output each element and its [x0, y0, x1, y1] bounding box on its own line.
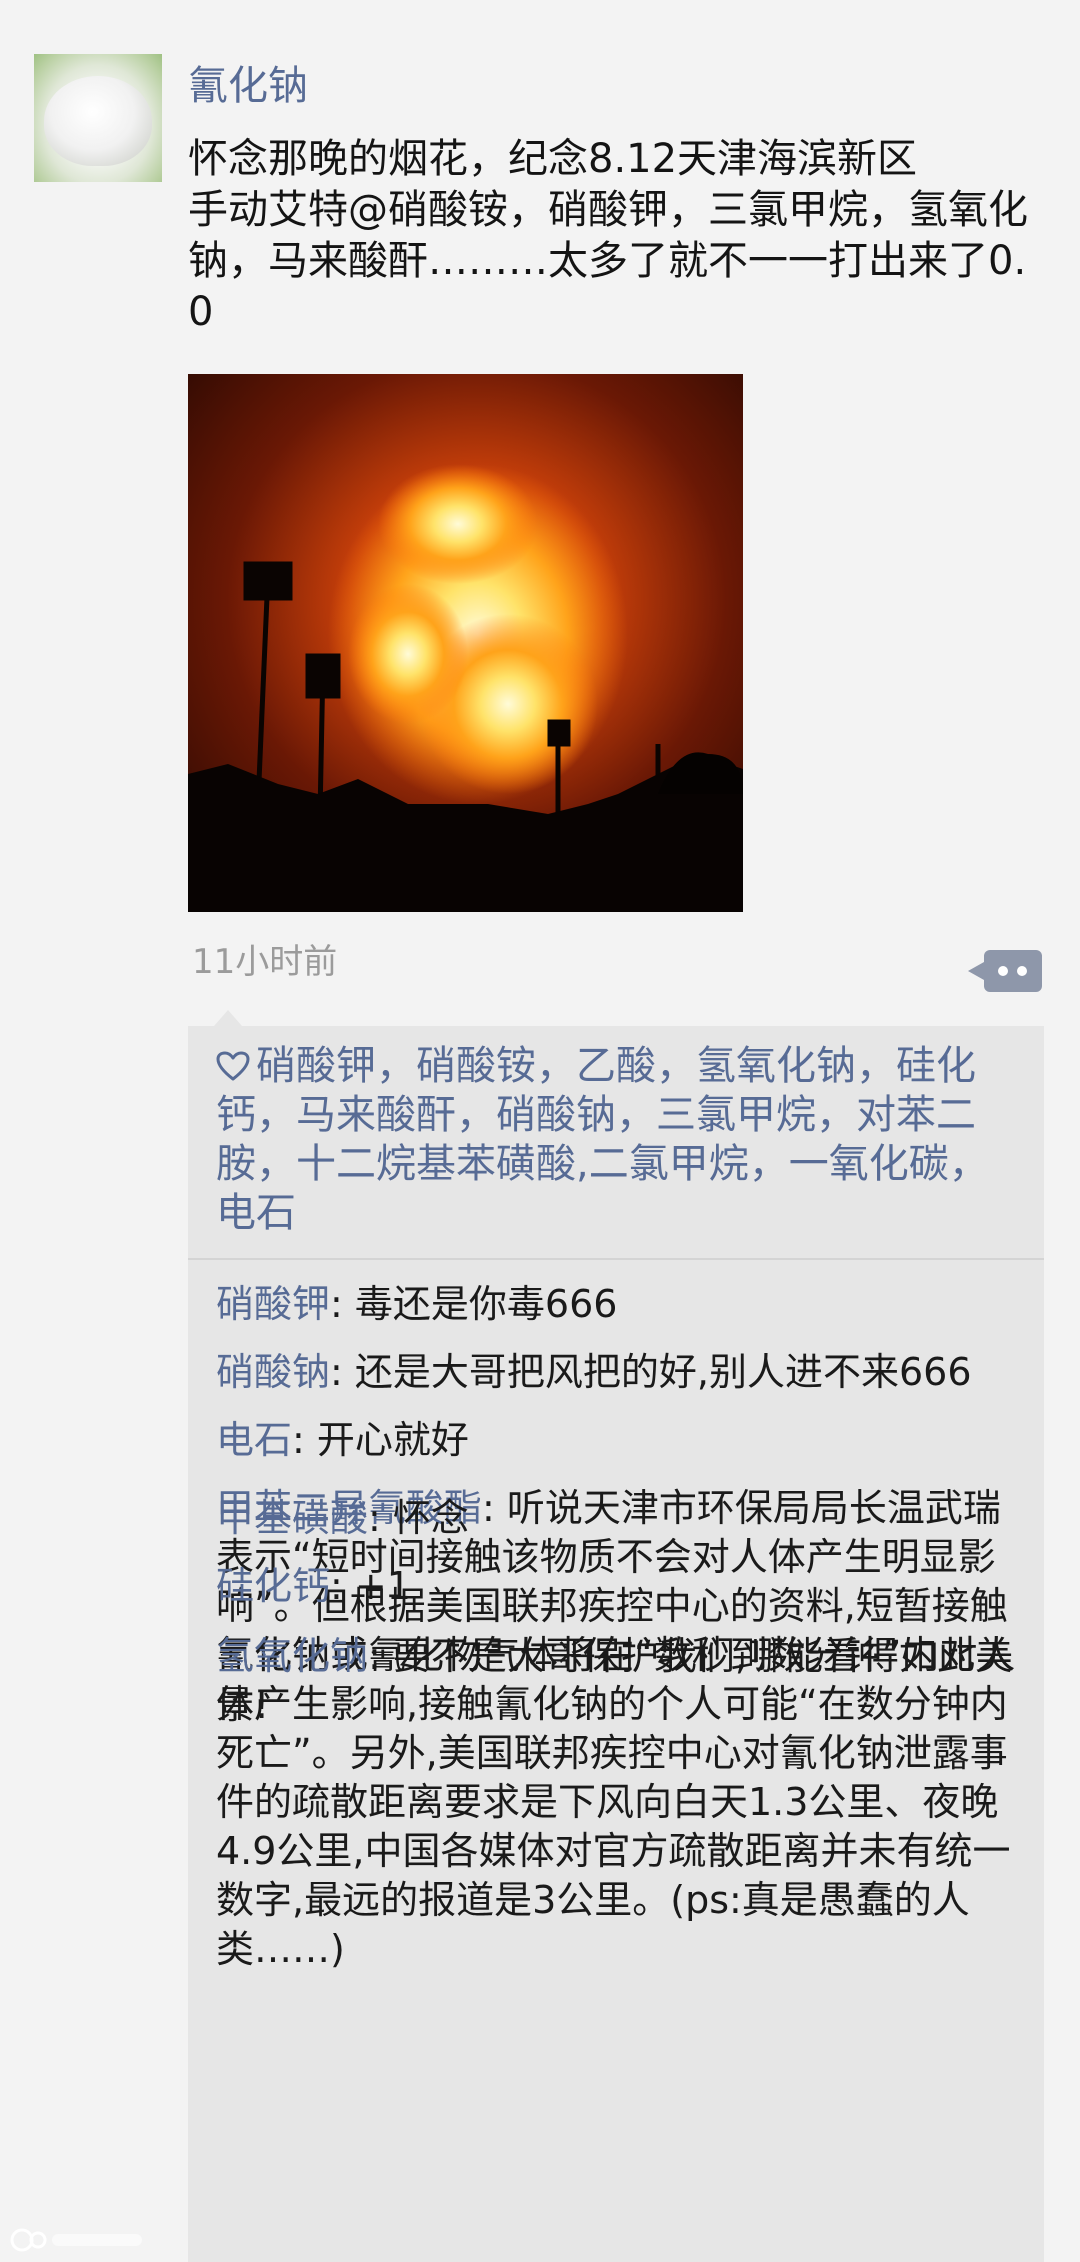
avatar[interactable]	[34, 54, 162, 182]
comment-item[interactable]: 甲基磺酸: 怀念	[216, 1494, 1028, 1543]
comment-item[interactable]: 氢氧化钠: 要不是大哥保护我们,哪能看得如此美景!	[216, 1632, 1028, 1730]
comment-item[interactable]: 硝酸钠: 还是大哥把风把的好,别人进不来666	[216, 1348, 1028, 1397]
heart-outline-icon	[216, 1051, 250, 1081]
comment-item[interactable]: 硝酸钾: 毒还是你毒666	[216, 1280, 1028, 1329]
comment-author[interactable]: 氢氧化钠	[216, 1634, 368, 1678]
comment-text: 毒还是你毒666	[354, 1282, 618, 1326]
divider	[188, 1258, 1044, 1260]
comment-text: 怀念	[392, 1496, 469, 1540]
comment-author[interactable]: 甲基磺酸	[216, 1496, 368, 1540]
likes-names[interactable]: 硝酸钾，硝酸铵，乙酸，氢氧化钠，硅化钙，马来酸酐，硝酸钠，三氯甲烷，对苯二胺，十…	[216, 1043, 989, 1236]
comment-item[interactable]: 电石: 开心就好	[216, 1416, 1028, 1465]
watermark-logo	[10, 2228, 142, 2252]
ellipsis-comment-icon	[998, 966, 1008, 976]
comment-text: 还是大哥把风把的好,别人进不来666	[354, 1350, 972, 1394]
comment-button[interactable]	[968, 950, 1042, 992]
comment-text: 开心就好	[316, 1418, 469, 1462]
comment-text: +1	[354, 1564, 411, 1608]
post-author-name[interactable]: 氰化钠	[188, 58, 308, 114]
comment-author[interactable]: 硝酸钠	[216, 1350, 330, 1394]
post-timestamp: 11小时前	[192, 942, 338, 982]
comment-author[interactable]: 硅化钙	[216, 1564, 330, 1608]
comment-author[interactable]: 硝酸钾	[216, 1282, 330, 1326]
post-photo[interactable]	[188, 374, 743, 912]
likes-and-comments: 硝酸钾，硝酸铵，乙酸，氢氧化钠，硅化钙，马来酸酐，硝酸钠，三氯甲烷，对苯二胺，十…	[188, 1010, 1044, 2262]
comment-item[interactable]: 硅化钙: +1	[216, 1562, 1028, 1611]
post-text: 怀念那晚的烟花，纪念8.12天津海滨新区 手动艾特@硝酸铵，硝酸钾，三氯甲烷，氢…	[188, 136, 1028, 335]
likes-list: 硝酸钾，硝酸铵，乙酸，氢氧化钠，硅化钙，马来酸酐，硝酸钠，三氯甲烷，对苯二胺，十…	[216, 1042, 1024, 1238]
comment-author[interactable]: 电石	[216, 1418, 292, 1462]
